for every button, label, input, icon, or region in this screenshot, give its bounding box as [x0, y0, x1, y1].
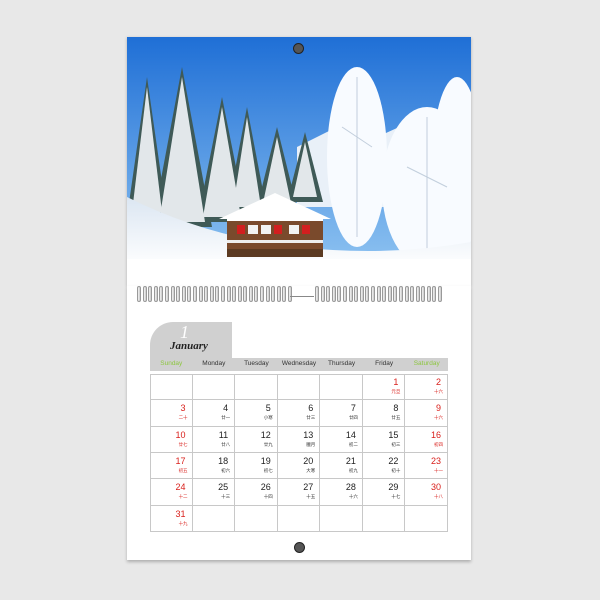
spiral-ring — [326, 286, 331, 302]
spiral-ring — [159, 286, 164, 302]
spiral-ring — [181, 286, 186, 302]
spiral-ring — [348, 286, 353, 302]
spiral-ring — [204, 286, 209, 302]
weekday-thursday: Thursday — [328, 360, 356, 367]
weekday-monday: Monday — [202, 360, 226, 367]
spiral-ring — [276, 286, 281, 302]
spiral-ring — [220, 286, 225, 302]
spiral-ring — [153, 286, 158, 302]
winter-chalet-photo — [127, 37, 471, 268]
spiral-ring — [209, 286, 214, 302]
spiral-ring — [387, 286, 392, 302]
spiral-ring — [248, 286, 253, 302]
spiral-ring — [320, 286, 325, 302]
spiral-ring — [237, 286, 242, 302]
spiral-ring — [192, 286, 197, 302]
spiral-ring — [337, 286, 342, 302]
spiral-binding-left — [137, 286, 294, 304]
spiral-ring — [432, 286, 437, 302]
spiral-ring — [254, 286, 259, 302]
hanging-hole — [293, 43, 304, 54]
spiral-ring — [226, 286, 231, 302]
spiral-ring — [148, 286, 153, 302]
weekday-friday: Friday — [375, 360, 394, 367]
calendar-photo-page — [127, 37, 471, 286]
spiral-ring — [438, 286, 443, 302]
spiral-ring — [315, 286, 319, 302]
spiral-ring — [260, 286, 265, 302]
spiral-ring — [164, 286, 169, 302]
spiral-ring — [426, 286, 431, 302]
spiral-ring — [170, 286, 175, 302]
spiral-ring — [271, 286, 276, 302]
spiral-ring — [342, 286, 347, 302]
spiral-ring — [365, 286, 370, 302]
spiral-ring — [382, 286, 387, 302]
spiral-ring — [404, 286, 409, 302]
spiral-ring — [354, 286, 359, 302]
spiral-ring — [410, 286, 415, 302]
spiral-ring — [215, 286, 220, 302]
spiral-ring — [359, 286, 364, 302]
weekday-tuesday: Tuesday — [244, 360, 269, 367]
spiral-ring — [331, 286, 336, 302]
spiral-ring — [187, 286, 192, 302]
spiral-ring — [265, 286, 270, 302]
weekday-saturday: Saturday — [413, 360, 440, 367]
spiral-ring — [393, 286, 398, 302]
spiral-ring — [142, 286, 147, 302]
spiral-ring — [232, 286, 237, 302]
spiral-ring — [282, 286, 287, 302]
spiral-ring — [370, 286, 375, 302]
spiral-ring — [398, 286, 403, 302]
spiral-ring — [376, 286, 381, 302]
spiral-ring — [421, 286, 426, 302]
hanger-wire — [290, 296, 314, 301]
spiral-ring — [176, 286, 181, 302]
bottom-hole — [294, 542, 305, 553]
weekday-sunday: Sunday — [160, 360, 183, 367]
month-name: January — [170, 340, 208, 352]
weekday-wednesday: Wednesday — [281, 360, 317, 367]
spiral-ring — [137, 286, 141, 302]
spiral-ring — [243, 286, 248, 302]
spiral-binding-right — [315, 286, 444, 304]
spiral-ring — [415, 286, 420, 302]
spiral-ring — [198, 286, 203, 302]
weekday-header: Sunday Monday Tuesday Wednesday Thursday Frid… — [150, 358, 448, 371]
grid-frame — [150, 374, 448, 532]
